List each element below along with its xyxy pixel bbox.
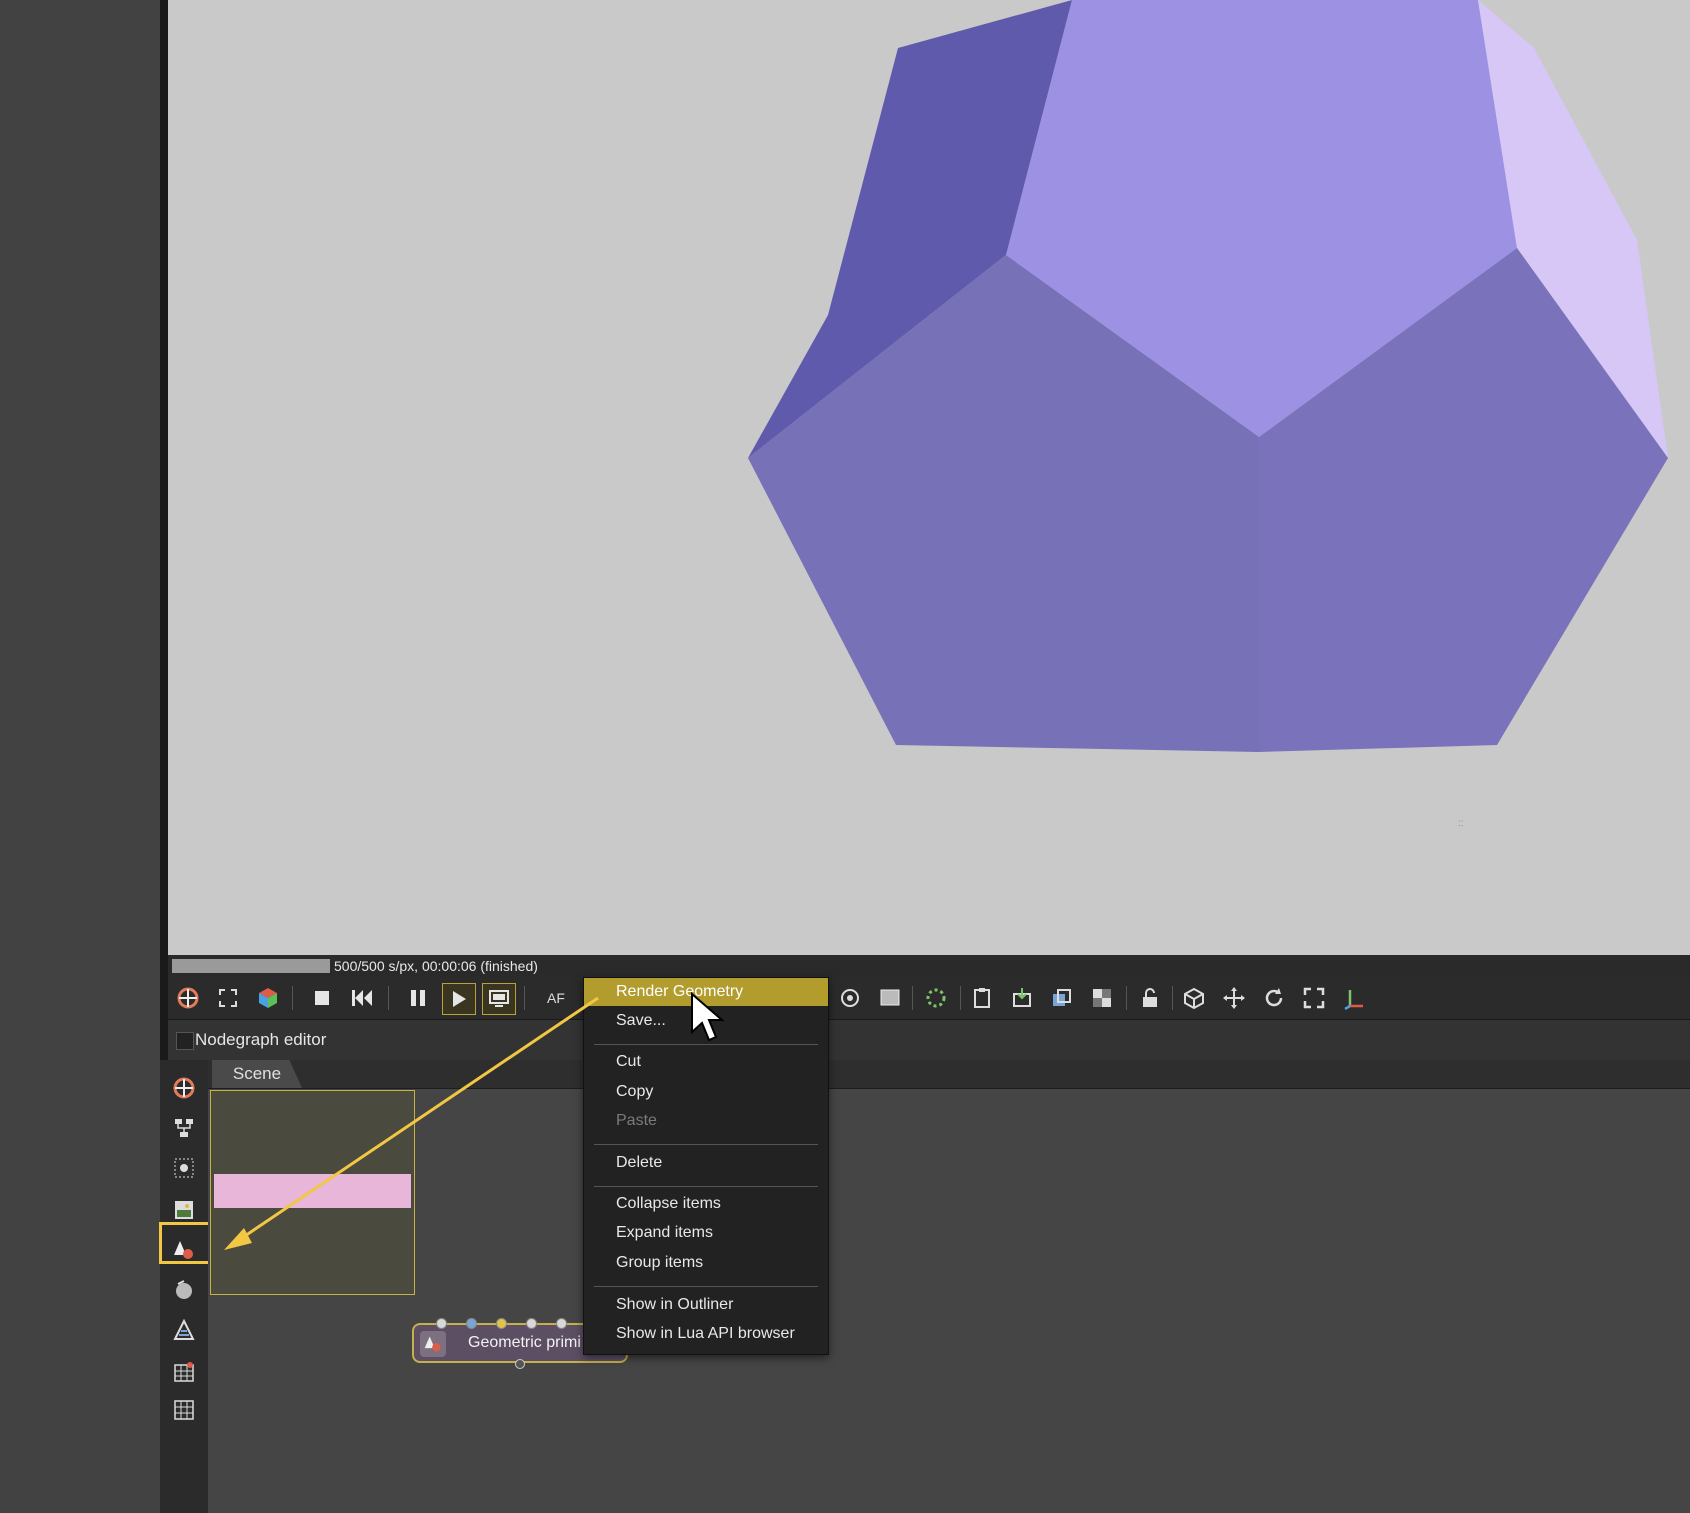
wireframe-cube-icon[interactable]: [1178, 983, 1210, 1013]
nodegraph-tabbar: Scene: [208, 1060, 1690, 1089]
input-pin[interactable]: [466, 1318, 477, 1329]
fullscreen-icon[interactable]: [1298, 983, 1330, 1013]
render-viewport[interactable]: ::: [168, 0, 1690, 955]
af-label: AF: [547, 990, 565, 1006]
stop-icon[interactable]: [306, 983, 338, 1013]
render-target-icon[interactable]: [168, 1072, 200, 1104]
menu-item-group-items[interactable]: Group items: [584, 1249, 828, 1277]
render-progress-bar: [172, 959, 330, 973]
camera-icon[interactable]: [834, 983, 866, 1013]
tab-scene[interactable]: Scene: [212, 1060, 302, 1088]
table-icon[interactable]: [168, 1394, 200, 1426]
selected-row-bar[interactable]: [214, 1174, 411, 1208]
rewind-icon[interactable]: [346, 983, 378, 1013]
node-tree-icon[interactable]: [168, 1112, 200, 1144]
lock-icon[interactable]: [1134, 983, 1166, 1013]
input-pin[interactable]: [436, 1318, 447, 1329]
left-panel: [0, 0, 160, 1513]
texture-node-icon[interactable]: [168, 1314, 200, 1346]
render-shape: ::: [748, 0, 1668, 829]
input-pin[interactable]: [526, 1318, 537, 1329]
move-icon[interactable]: [1218, 983, 1250, 1013]
nodegraph-side-toolbar: [160, 1060, 208, 1513]
menu-item-expand-items[interactable]: Expand items: [584, 1219, 828, 1247]
input-pin[interactable]: [496, 1318, 507, 1329]
nodegraph-title: Nodegraph editor: [195, 1030, 327, 1049]
clipboard-icon[interactable]: [966, 983, 998, 1013]
render-status-bar: 500/500 s/px, 00:00:06 (finished): [168, 955, 1690, 977]
table-red-icon[interactable]: [168, 1356, 200, 1388]
mouse-cursor-icon: [691, 992, 725, 1042]
scene-graph-panel[interactable]: [210, 1090, 415, 1295]
nodegraph-canvas[interactable]: [208, 1089, 1690, 1513]
menu-item-paste[interactable]: Paste: [584, 1107, 828, 1135]
highlighted-tool-frame: [159, 1222, 211, 1264]
output-pin[interactable]: [515, 1359, 525, 1369]
layers-icon[interactable]: [1046, 983, 1078, 1013]
render-status-text: 500/500 s/px, 00:00:06 (finished): [334, 958, 538, 974]
menu-item-show-in-lua-api-browser[interactable]: Show in Lua API browser: [584, 1320, 828, 1348]
nodegraph-header: Nodegraph editor: [168, 1020, 1690, 1060]
rotate-icon[interactable]: [1258, 983, 1290, 1013]
node-label: Geometric primi: [468, 1334, 581, 1351]
checker-icon[interactable]: [1086, 983, 1118, 1013]
axis-icon[interactable]: [1338, 983, 1370, 1013]
menu-item-show-in-outliner[interactable]: Show in Outliner: [584, 1291, 828, 1319]
geometry-node-icon: [420, 1331, 446, 1357]
svg-text:::: ::: [1458, 818, 1464, 829]
spinner-icon[interactable]: [920, 983, 952, 1013]
render-target-icon[interactable]: [172, 983, 204, 1013]
play-icon[interactable]: [442, 983, 476, 1015]
nodegraph-checkbox[interactable]: [176, 1032, 194, 1050]
display-icon[interactable]: [482, 983, 516, 1015]
region-icon[interactable]: [212, 983, 244, 1013]
cube-icon[interactable]: [252, 983, 284, 1013]
menu-item-collapse-items[interactable]: Collapse items: [584, 1190, 828, 1218]
render-toolbar: AF: [168, 977, 1690, 1020]
frame-icon[interactable]: [874, 983, 906, 1013]
input-pin[interactable]: [556, 1318, 567, 1329]
pause-icon[interactable]: [402, 983, 434, 1013]
import-icon[interactable]: [1006, 983, 1038, 1013]
menu-item-cut[interactable]: Cut: [584, 1048, 828, 1076]
menu-item-copy[interactable]: Copy: [584, 1078, 828, 1106]
material-node-icon[interactable]: [168, 1274, 200, 1306]
node-grid-icon[interactable]: [168, 1152, 200, 1184]
af-icon[interactable]: AF: [540, 983, 572, 1013]
menu-item-delete[interactable]: Delete: [584, 1149, 828, 1177]
